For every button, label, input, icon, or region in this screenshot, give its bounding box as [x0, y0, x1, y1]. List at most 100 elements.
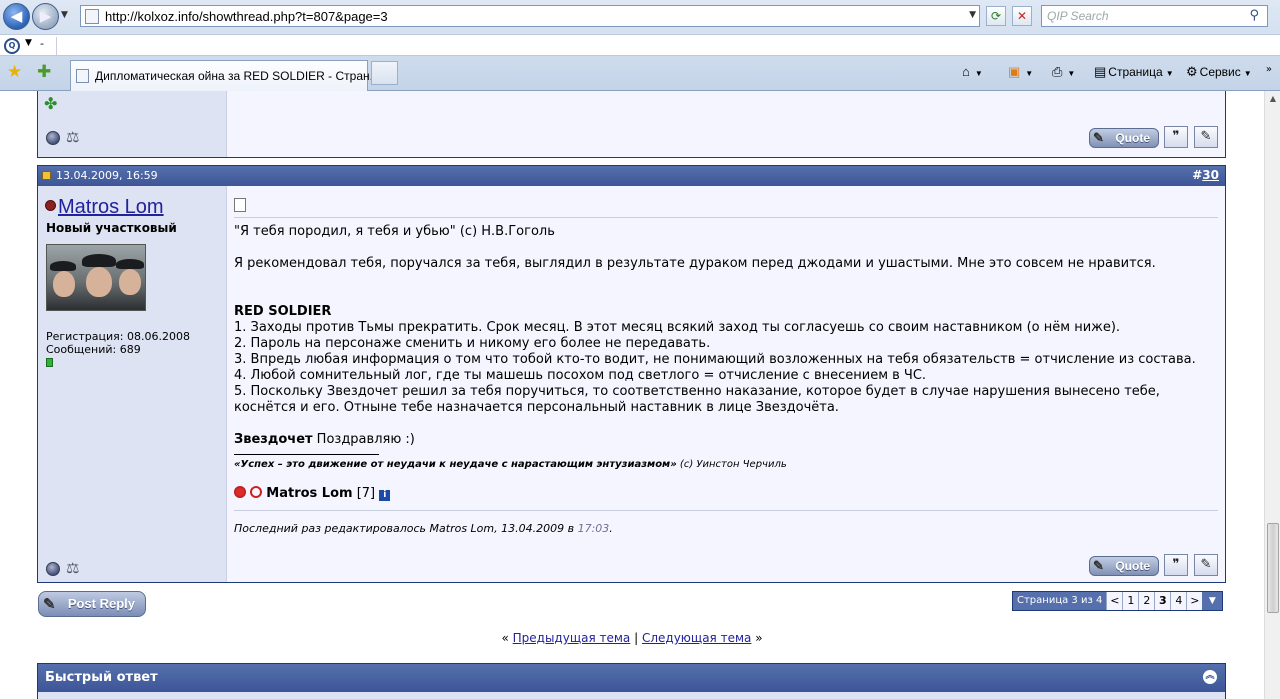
stop-button[interactable]: ✕: [1012, 6, 1032, 26]
previous-post: ✤ ⚖ ✎ Quote ❞ ✎: [37, 91, 1226, 158]
pagination-label: Страница 3 из 4: [1013, 592, 1107, 610]
post-header: 13.04.2009, 16:59 #30: [38, 166, 1225, 186]
quote-button[interactable]: ✎ Quote: [1089, 128, 1159, 148]
message-count: Сообщений: 689: [46, 343, 141, 356]
post-status-icon: [42, 171, 51, 180]
tab-toolbar: ★ ✚ Дипломатическая ойна за RED SOLDIER …: [0, 56, 1280, 91]
search-icon[interactable]: ⚲: [1249, 8, 1259, 23]
avatar-figure: [119, 269, 141, 295]
post-text-line: 2. Пароль на персонаже сменить и никому …: [234, 336, 711, 351]
post-document-icon: [234, 198, 246, 212]
online-status-icon: [45, 200, 56, 211]
new-tab-button[interactable]: [371, 61, 398, 85]
qip-dropdown-icon[interactable]: ▼: [25, 38, 32, 48]
chevron-down-icon[interactable]: ▼: [975, 69, 983, 78]
edit-button[interactable]: ✎: [1194, 554, 1218, 576]
history-dropdown-icon[interactable]: ▼: [61, 10, 68, 20]
qip-toolbar: Q ▼ -: [0, 34, 1280, 56]
user-status-icon[interactable]: [46, 131, 60, 145]
signature-user-row: Matros Lom [7] i: [234, 486, 391, 501]
info-icon[interactable]: i: [379, 490, 391, 501]
reputation-scale-icon[interactable]: ⚖: [66, 128, 79, 146]
post-reply-button[interactable]: ✎ Post Reply: [38, 591, 146, 617]
previous-post-sidebar: ✤ ⚖: [38, 91, 227, 157]
previous-thread-link[interactable]: Предыдущая тема: [513, 631, 631, 645]
reputation-scale-icon[interactable]: ⚖: [66, 559, 79, 577]
multi-quote-button[interactable]: ❞: [1164, 554, 1188, 576]
chevron-down-icon[interactable]: ▼: [1025, 69, 1033, 78]
user-status-icon[interactable]: [46, 562, 60, 576]
quick-reply-header: Быстрый ответ ︽: [38, 664, 1225, 692]
forbidden-icon: [250, 486, 263, 498]
address-toolbar: ◀ ▶ ▼ http://kolxoz.info/showthread.php?…: [0, 0, 1280, 34]
page-menu[interactable]: ▤ Страница ▼: [1094, 64, 1174, 80]
search-box[interactable]: QIP Search ⚲: [1041, 5, 1268, 27]
pagination: Страница 3 из 4 < 1 2 3 4 > ▼: [1012, 591, 1224, 611]
avatar-figure-cap: [50, 261, 76, 271]
tools-menu[interactable]: ⚙ Сервис ▼: [1186, 64, 1252, 80]
edit-icon: ✎: [1200, 129, 1212, 144]
quick-reply-title: Быстрый ответ: [45, 670, 158, 685]
post-number: #30: [1192, 168, 1219, 182]
pencil-icon: ✎: [43, 596, 56, 613]
address-bar[interactable]: http://kolxoz.info/showthread.php?t=807&…: [80, 5, 980, 27]
scrollbar-thumb[interactable]: [1267, 523, 1279, 613]
reputation-bar-icon: [46, 358, 53, 367]
back-button[interactable]: ◀: [3, 3, 30, 30]
quote-button-label: Quote: [1115, 559, 1150, 573]
signature-author: (с) Уинстон Черчиль: [676, 459, 787, 470]
refresh-button[interactable]: ⟳: [986, 6, 1006, 26]
address-url[interactable]: http://kolxoz.info/showthread.php?t=807&…: [105, 9, 388, 24]
favorites-star-icon[interactable]: ★: [7, 62, 22, 82]
arrow-left-icon: ◀: [10, 7, 23, 25]
post-body: "Я тебя породил, я тебя и убью" (с) Н.В.…: [234, 186, 1218, 582]
qip-logo-icon[interactable]: Q: [4, 38, 20, 54]
arrow-right-icon: ▶: [39, 7, 52, 25]
post-text-line: Я рекомендовал тебя, поручался за тебя, …: [234, 256, 1156, 271]
refresh-icon: ⟳: [990, 9, 1002, 23]
page-next-link[interactable]: >: [1186, 592, 1203, 610]
browser-chrome: ◀ ▶ ▼ http://kolxoz.info/showthread.php?…: [0, 0, 1280, 91]
registration-date: Регистрация: 08.06.2008: [46, 330, 190, 343]
avatar-figure-cap: [116, 259, 144, 269]
print-button[interactable]: ⎙ ▼: [1052, 64, 1075, 80]
tab-active[interactable]: Дипломатическая ойна за RED SOLDIER - Ст…: [70, 60, 380, 91]
post-number-link[interactable]: 30: [1202, 168, 1219, 182]
chevron-down-icon[interactable]: ▼: [1067, 69, 1075, 78]
page-link-2[interactable]: 2: [1138, 592, 1155, 610]
close-icon: ✕: [1016, 9, 1028, 23]
page-link-1[interactable]: 1: [1122, 592, 1139, 610]
forward-button[interactable]: ▶: [32, 3, 59, 30]
scroll-up-icon[interactable]: ▲: [1265, 91, 1280, 107]
post-text-line: 3. Впредь любая информация о том что тоб…: [234, 352, 1196, 367]
next-thread-link[interactable]: Следующая тема: [642, 631, 751, 645]
post-text-line: коснётся и его. Отныне тебе назначается …: [234, 400, 839, 415]
home-button[interactable]: ⌂ ▼: [962, 64, 983, 79]
page-prev-link[interactable]: <: [1106, 592, 1123, 610]
feeds-button[interactable]: ▣ ▼: [1008, 64, 1033, 80]
chevron-down-icon[interactable]: ▼: [1202, 592, 1223, 610]
collapse-icon[interactable]: ︽: [1203, 670, 1217, 684]
author-name-link[interactable]: Matros Lom: [58, 196, 164, 219]
toolbar-divider: [56, 37, 57, 55]
add-favorites-icon[interactable]: ✚: [37, 62, 51, 82]
signature-user-level: [7]: [352, 486, 376, 501]
quote-button[interactable]: ✎ Quote: [1089, 556, 1159, 576]
vertical-scrollbar[interactable]: ▲: [1264, 91, 1280, 699]
edited-dot: .: [609, 522, 613, 535]
nav-separator: |: [630, 631, 642, 645]
quick-reply-body: [38, 692, 1225, 699]
post-text-line: "Я тебя породил, я тебя и убью" (с) Н.В.…: [234, 224, 555, 239]
page-link-4[interactable]: 4: [1170, 592, 1187, 610]
chevron-double-right-icon[interactable]: »: [1266, 64, 1272, 75]
gear-icon: ⚙: [1186, 64, 1198, 79]
search-placeholder[interactable]: QIP Search: [1047, 9, 1109, 23]
tools-menu-label: Сервис: [1199, 65, 1241, 79]
address-dropdown-icon[interactable]: ▼: [969, 10, 976, 20]
edit-button[interactable]: ✎: [1194, 126, 1218, 148]
quote-plus-icon: ❞: [1172, 129, 1180, 144]
chevron-down-icon[interactable]: ▼: [1166, 69, 1174, 78]
printer-icon: ⎙: [1052, 64, 1063, 79]
multi-quote-button[interactable]: ❞: [1164, 126, 1188, 148]
chevron-down-icon[interactable]: ▼: [1244, 69, 1252, 78]
